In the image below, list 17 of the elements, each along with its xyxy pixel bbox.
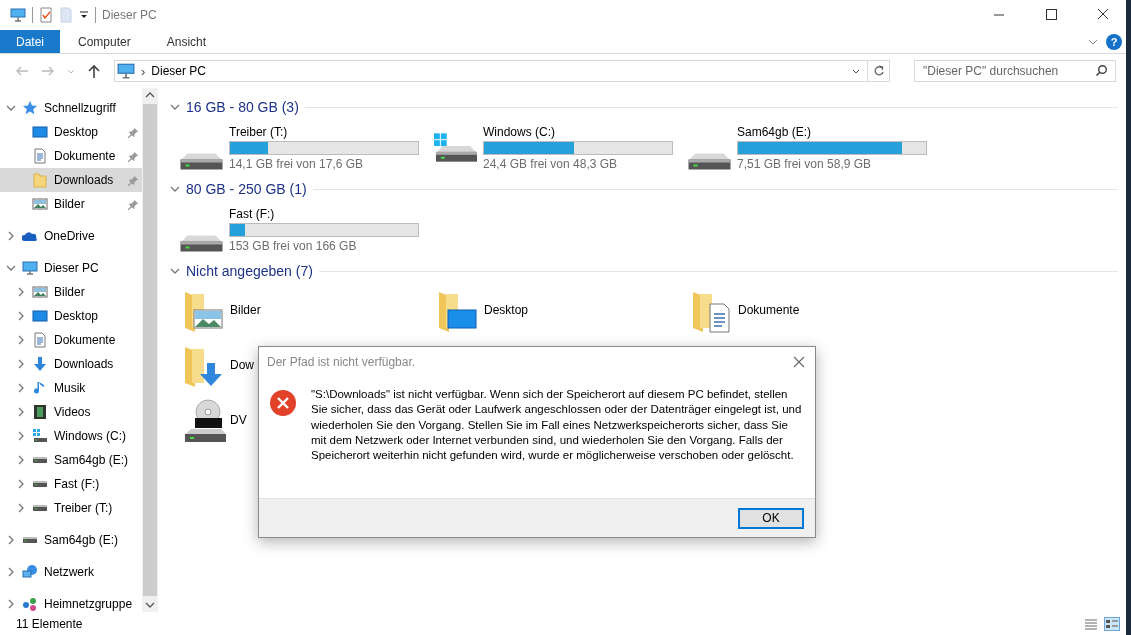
- item-count: 11 Elemente: [16, 616, 83, 631]
- free-space-text: 14,1 GB frei von 17,6 GB: [229, 157, 365, 171]
- drive-name: Fast (F:): [229, 207, 276, 221]
- drive-name: DV: [230, 413, 247, 427]
- folder-name: Bilder: [230, 303, 261, 317]
- drive-name: Windows (C:): [483, 125, 556, 139]
- window-title: Dieser PC: [102, 8, 157, 22]
- folder-name: Desktop: [484, 303, 529, 317]
- free-space-text: 7,51 GB frei von 58,9 GB: [737, 157, 873, 171]
- free-space-text: 153 GB frei von 166 GB: [229, 239, 358, 253]
- folder-name: Dow: [230, 358, 254, 372]
- error-message: "S:\Downloads" ist nicht verfügbar. Wenn sich der Speicherort auf diesem PC befindet, stellen Sie sicher, dass das Gerät oder Laufwerk angeschlossen oder der Datenträger eingelegt ist, und wiederholen Sie den Vorgang. Stellen Sie im Fall eines Netzwerkspeicherorts sicher, dass Sie mit dem Netzwerk oder Internet verbunden sind, und wiederholen Sie den Vorgang. Falls der Speicherort weiterhin nicht gefunden wird, wurde er möglicherweise verschoben oder gelöscht.: [311, 387, 803, 464]
- folder-name: Dokumente: [738, 303, 800, 317]
- drive-name: Sam64gb (E:): [737, 125, 813, 139]
- dialog-title: Der Pfad ist nicht verfügbar.: [267, 355, 416, 369]
- free-space-text: 24,4 GB frei von 48,3 GB: [483, 157, 619, 171]
- drive-name: Treiber (T:): [229, 125, 289, 139]
